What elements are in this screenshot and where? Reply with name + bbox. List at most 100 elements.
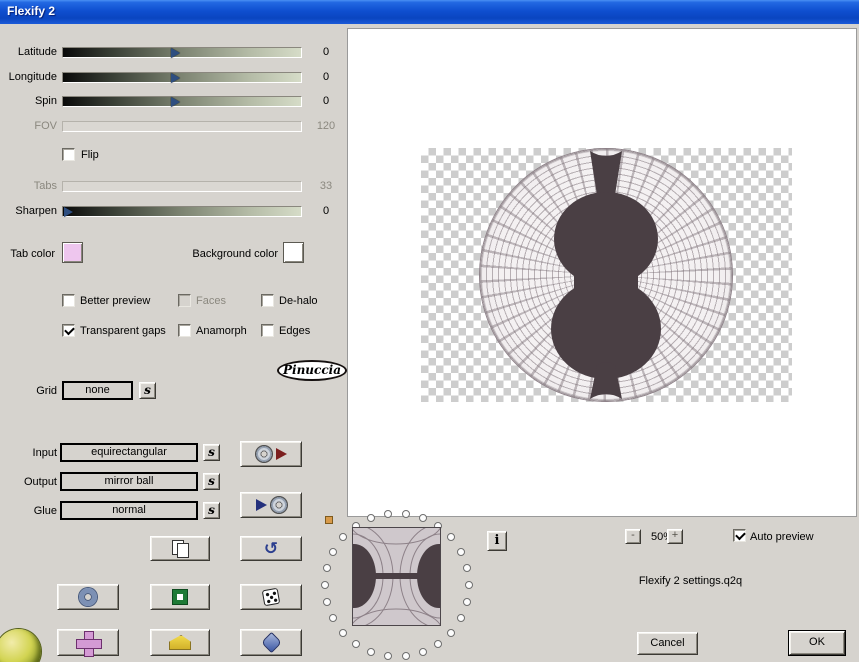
latitude-slider-thumb[interactable] xyxy=(170,48,180,58)
cube-cross-button[interactable] xyxy=(57,629,119,657)
window-title: Flexify 2 xyxy=(7,4,56,18)
preview-image xyxy=(480,149,732,401)
green-square-icon xyxy=(173,590,187,604)
tab-color-swatch[interactable] xyxy=(62,242,83,263)
preview-ring-dot xyxy=(323,598,332,607)
auto-preview-checkbox[interactable] xyxy=(733,529,746,542)
cancel-button[interactable]: Cancel xyxy=(637,632,698,655)
de-halo-label: De-halo xyxy=(279,295,318,307)
tabs-value: 33 xyxy=(319,180,333,192)
flip-checkbox[interactable] xyxy=(62,148,75,161)
play-red-icon xyxy=(275,448,287,460)
longitude-slider[interactable] xyxy=(62,72,302,83)
flip-label: Flip xyxy=(81,149,99,161)
longitude-value: 0 xyxy=(322,71,330,83)
fov-label: FOV xyxy=(34,120,57,132)
preview-ring-dot xyxy=(352,640,361,649)
plus-cross-icon xyxy=(76,630,102,657)
tabs-label: Tabs xyxy=(33,180,57,192)
spin-slider[interactable] xyxy=(62,96,302,107)
spin-row: Spin 0 xyxy=(0,95,350,108)
info-button[interactable]: i xyxy=(487,531,507,551)
square-shape-button[interactable] xyxy=(150,584,210,610)
ring-shape-button[interactable] xyxy=(57,584,119,610)
transparent-gaps-checkbox[interactable] xyxy=(62,324,75,337)
preview-ring-dot xyxy=(446,533,455,542)
spin-value: 0 xyxy=(322,95,330,107)
preview-ring-dot xyxy=(321,581,329,589)
gem-shape-button[interactable] xyxy=(240,629,302,656)
copy-button[interactable] xyxy=(150,536,210,561)
ring-handle[interactable] xyxy=(325,516,333,524)
preview-panel xyxy=(347,28,857,517)
preview-ring-dot xyxy=(339,533,348,542)
settings-file-name: Flexify 2 settings.q2q xyxy=(638,575,743,587)
cheese-icon xyxy=(169,635,191,650)
output-select[interactable]: mirror ball xyxy=(60,472,198,491)
sharpen-label: Sharpen xyxy=(15,205,57,217)
tabs-slider xyxy=(62,181,302,192)
auto-preview-label: Auto preview xyxy=(750,531,814,543)
latitude-slider[interactable] xyxy=(62,47,302,58)
preview-ring-dot xyxy=(401,652,410,661)
anamorph-checkbox[interactable] xyxy=(178,324,191,337)
preview-ring-dot xyxy=(329,614,338,623)
ok-button[interactable]: OK xyxy=(788,630,846,656)
input-select[interactable]: equirectangular xyxy=(60,443,198,462)
glue-preset-button[interactable]: s xyxy=(203,502,220,519)
edges-checkbox[interactable] xyxy=(261,324,274,337)
render-disc-button[interactable] xyxy=(240,441,302,467)
de-halo-checkbox[interactable] xyxy=(261,294,274,307)
random-button[interactable] xyxy=(240,584,302,610)
background-color-swatch[interactable] xyxy=(283,242,304,263)
fov-value: 120 xyxy=(316,120,336,132)
input-label: Input xyxy=(32,447,57,459)
latitude-value: 0 xyxy=(322,46,330,58)
preview-ring-dot xyxy=(367,648,376,657)
glue-label: Glue xyxy=(33,505,57,517)
spin-slider-thumb[interactable] xyxy=(170,97,180,107)
preview-ring-dot xyxy=(329,547,338,556)
undo-arrow-icon: ↺ xyxy=(263,539,279,558)
zoom-in-button[interactable]: + xyxy=(667,529,683,544)
fov-slider xyxy=(62,121,302,132)
mirror-ball-figure xyxy=(551,151,661,399)
ring-icon xyxy=(79,588,97,606)
dice-icon xyxy=(261,587,281,607)
preview-ring-dot xyxy=(433,640,442,649)
flexify-dialog: Flexify 2 Latitude 0 Longitude 0 Spin 0 … xyxy=(0,0,859,662)
blue-gem-icon xyxy=(260,631,282,654)
grid-preset-button[interactable]: s xyxy=(139,382,156,399)
transparency-checkerboard xyxy=(421,148,792,402)
preview-ring-dot xyxy=(446,628,455,637)
navigator-thumbnail[interactable] xyxy=(312,499,481,654)
sharpen-slider[interactable] xyxy=(62,206,302,217)
latitude-row: Latitude 0 xyxy=(0,46,350,59)
spin-label: Spin xyxy=(34,95,57,107)
glue-select[interactable]: normal xyxy=(60,501,198,520)
cheese-wedge-button[interactable] xyxy=(150,629,210,656)
output-preset-button[interactable]: s xyxy=(203,473,220,490)
tab-color-label: Tab color xyxy=(10,248,55,260)
edges-label: Edges xyxy=(279,325,311,337)
preview-ring-dot xyxy=(462,563,471,572)
faces-label: Faces xyxy=(196,295,226,307)
output-label: Output xyxy=(23,476,57,488)
grid-select[interactable]: none xyxy=(62,381,133,400)
play-blue-icon xyxy=(255,499,267,511)
preview-ring-dot xyxy=(384,652,393,661)
zoom-out-button[interactable]: - xyxy=(625,529,641,544)
faces-checkbox xyxy=(178,294,191,307)
preview-ring-dot xyxy=(462,598,471,607)
grid-label: Grid xyxy=(36,385,57,397)
globe-icon[interactable] xyxy=(0,629,41,662)
input-preset-button[interactable]: s xyxy=(203,444,220,461)
pinuccia-badge: Pinuccia xyxy=(277,360,347,381)
longitude-slider-thumb[interactable] xyxy=(170,73,180,83)
sharpen-slider-thumb[interactable] xyxy=(63,207,73,217)
apply-disc-button[interactable] xyxy=(240,492,302,518)
pinuccia-badge-text: Pinuccia xyxy=(283,363,341,377)
titlebar[interactable]: Flexify 2 xyxy=(0,0,859,24)
undo-button[interactable]: ↺ xyxy=(240,536,302,561)
better-preview-checkbox[interactable] xyxy=(62,294,75,307)
